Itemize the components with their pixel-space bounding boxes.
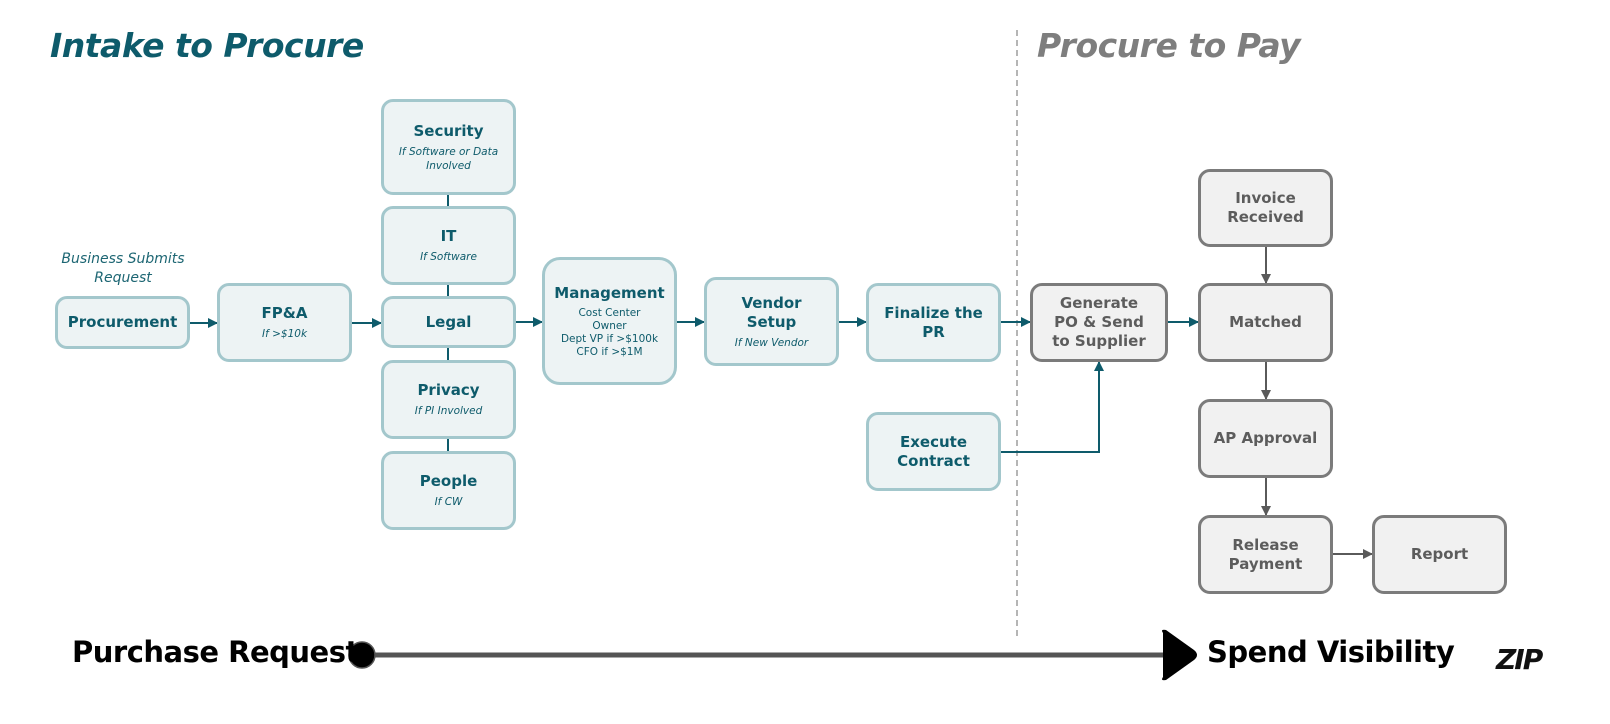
step-vendor-setup[interactable]: Vendor Setup If New Vendor [704, 277, 839, 366]
step-label: IT [440, 227, 457, 245]
step-label: Management [554, 283, 665, 302]
step-execute-contract[interactable]: Execute Contract [866, 412, 1001, 491]
step-fpa[interactable]: FP&A If >$10k [217, 283, 352, 362]
step-condition: If PI Involved [414, 405, 483, 417]
step-label: Finalize the PR [884, 303, 983, 341]
timeline-end-arrowhead [1162, 629, 1197, 681]
step-label: Invoice Received [1227, 189, 1304, 226]
step-condition: If Software [420, 251, 477, 263]
step-ap-approval[interactable]: AP Approval [1198, 399, 1333, 478]
step-label: People [419, 472, 478, 490]
step-label: Generate PO & Send to Supplier [1052, 294, 1146, 350]
step-label: Privacy [417, 381, 480, 399]
step-people[interactable]: People If CW [381, 451, 516, 530]
step-privacy[interactable]: Privacy If PI Involved [381, 360, 516, 439]
step-security[interactable]: Security If Software or Data Involved [381, 99, 516, 195]
step-generate-po[interactable]: Generate PO & Send to Supplier [1030, 283, 1168, 362]
step-label: Matched [1229, 313, 1302, 331]
arrow-contract-generate-po [1000, 361, 1104, 453]
step-label: AP Approval [1213, 429, 1318, 447]
timeline-start-label: Purchase Request [72, 635, 359, 669]
step-management[interactable]: Management Cost Center Owner Dept VP if … [542, 257, 677, 385]
approver-line: Cost Center [578, 306, 641, 319]
approver-line: Dept VP if >$100k [560, 332, 659, 345]
management-approvers: Cost Center Owner Dept VP if >$100k CFO … [561, 307, 658, 359]
step-label: Execute Contract [897, 432, 970, 470]
step-condition: If Software or Data Involved [398, 145, 499, 172]
step-condition: If CW [434, 496, 463, 508]
step-condition: If >$10k [261, 328, 308, 340]
zip-logo: ZIP [1496, 643, 1543, 676]
step-label: Vendor Setup [741, 293, 802, 331]
step-report[interactable]: Report [1372, 515, 1507, 594]
timeline-end-label: Spend Visibility [1207, 635, 1455, 669]
step-invoice-received[interactable]: Invoice Received [1198, 169, 1333, 247]
step-matched[interactable]: Matched [1198, 283, 1333, 362]
step-label: Procurement [67, 313, 178, 331]
step-finalize-pr[interactable]: Finalize the PR [866, 283, 1001, 362]
approver-line: CFO if >$1M [576, 345, 643, 358]
step-label: Security [413, 121, 484, 140]
step-release-payment[interactable]: Release Payment [1198, 515, 1333, 594]
step-label: Legal [425, 312, 472, 331]
step-label: Report [1410, 545, 1469, 563]
step-label: Release Payment [1228, 535, 1303, 573]
step-label: FP&A [261, 304, 308, 322]
step-procurement[interactable]: Procurement [55, 296, 190, 349]
step-legal[interactable]: Legal [381, 296, 516, 348]
approver-line: Owner [592, 319, 627, 332]
step-it[interactable]: IT If Software [381, 206, 516, 285]
step-condition: If New Vendor [734, 336, 809, 349]
